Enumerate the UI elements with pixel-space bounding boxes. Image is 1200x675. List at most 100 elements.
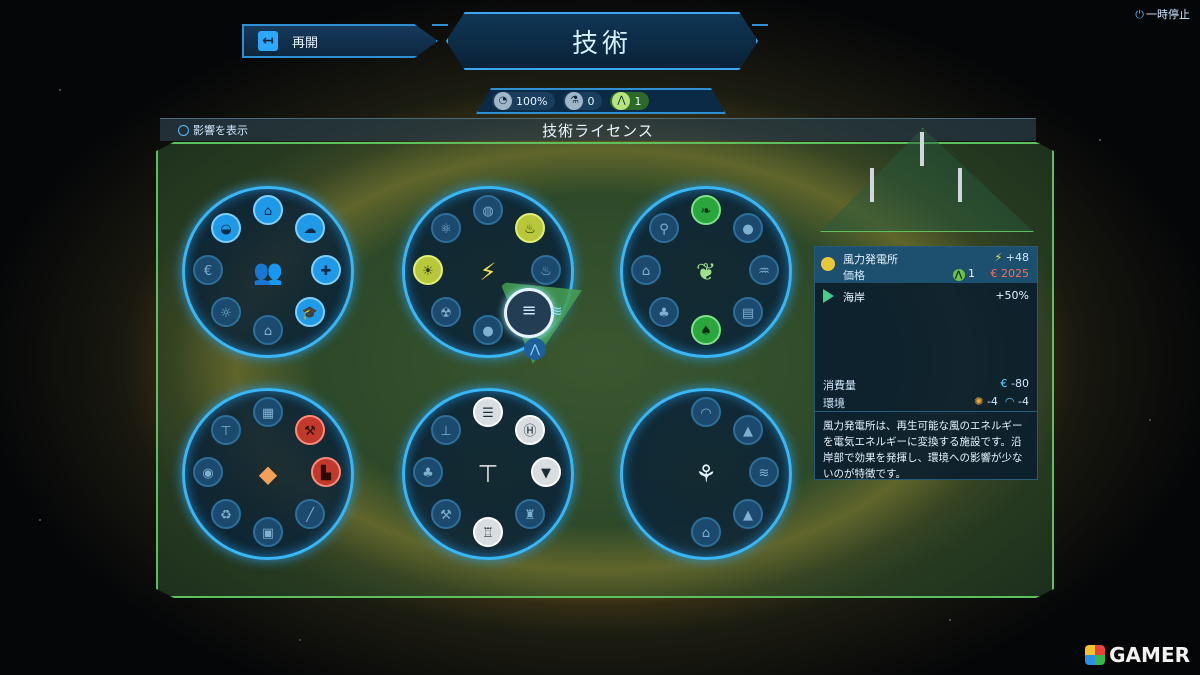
wind-icon[interactable]: ≋ [550, 302, 563, 320]
environment-label: 環境 [823, 397, 845, 410]
consumption-label: 消費量 [823, 379, 856, 392]
resource-license-value: 1 [634, 94, 642, 108]
resume-label: 再開 [292, 35, 319, 51]
page-title-box: 技術 [446, 12, 758, 70]
nuclear-icon[interactable]: ☢ [431, 297, 461, 327]
euro-building-icon[interactable]: € [193, 255, 223, 285]
helipad-icon[interactable]: Ⓗ [515, 415, 545, 445]
wind-turbine-selected-icon[interactable]: ≡ [504, 288, 554, 338]
drill-tower-icon[interactable]: ⊤ [211, 415, 241, 445]
recycle-icon[interactable]: ♻ [211, 499, 241, 529]
pollution-icon: ✺ [974, 395, 984, 408]
screw-icon: ⊤ [477, 460, 499, 488]
compass-icon: ⋀ [612, 92, 631, 110]
hospital-icon[interactable]: ✚ [311, 255, 341, 285]
flask-icon: ⚗ [565, 92, 584, 110]
water-drop-icon[interactable]: ● [473, 315, 503, 345]
globe-icon[interactable]: ◉ [193, 457, 223, 487]
fire-icon[interactable]: ♨ [531, 255, 561, 285]
bio-energy-icon[interactable]: ♨ [515, 213, 545, 243]
coast-bonus: 海岸 +50% [815, 283, 1037, 309]
pyramid-eye-icon[interactable]: ▲ [733, 415, 763, 445]
tech-wheel-agriculture[interactable]: ❦ ❧ ● ♒ ▤ ♠ ♣ ⌂ ⚲ [620, 186, 792, 358]
noise-icon: ◠ [1004, 395, 1015, 408]
environment-row: 環境 ✺ -4 ◠ -4 [815, 393, 1037, 411]
consumption-row: 消費量 € -80 [815, 375, 1037, 393]
turbine-model [870, 168, 874, 202]
wrench-icon[interactable]: ⚒ [431, 499, 461, 529]
tech-wheel-social[interactable]: 👥 ⌂ ☁ ✚ 🎓 ⌂ ☼ € ◒ [182, 186, 354, 358]
atom-icon[interactable]: ⚛ [431, 213, 461, 243]
page-title: 技術 [571, 28, 632, 59]
thermometer-icon[interactable]: ⊥ [431, 415, 461, 445]
bonus-value: +50% [995, 289, 1029, 302]
pause-button[interactable]: ⏻ 一時停止 [1135, 6, 1190, 22]
pipe-icon[interactable]: ╱ [295, 499, 325, 529]
tower-icon[interactable]: ♜ [515, 499, 545, 529]
bonus-label: 海岸 [843, 291, 865, 304]
compass-license-icon[interactable]: ⋀ [524, 338, 546, 360]
satellite-dish-icon[interactable]: ◠ [691, 397, 721, 427]
wheat-icon[interactable]: ❧ [691, 195, 721, 225]
stack-icon[interactable]: ☰ [473, 397, 503, 427]
turbine-model [920, 132, 924, 166]
anvil-icon[interactable]: ▼ [531, 457, 561, 487]
license-cost: ⋀ 1 [952, 267, 975, 281]
info-header: 風力発電所 価格 ⚡ +48 ⋀ 1 € 2025 [815, 247, 1037, 283]
building-name: 風力発電所 [843, 253, 898, 266]
euro-icon: € [990, 267, 998, 280]
energy-building-icon [821, 257, 835, 271]
tech-wheel-construction[interactable]: ⊤ ☰ Ⓗ ▼ ♜ ♖ ⚒ ♣ ⊥ [402, 388, 574, 560]
solar-icon[interactable]: ☀ [413, 255, 443, 285]
people-icon: 👥 [253, 258, 283, 286]
balloon-icon[interactable]: ◍ [473, 195, 503, 225]
pause-key-icon: ⏻ [1135, 8, 1144, 21]
dna-icon[interactable]: ≋ [749, 457, 779, 487]
pie-icon: ◔ [494, 92, 512, 110]
preview-island [820, 128, 1034, 232]
play-icon [823, 289, 834, 303]
price-label: 価格 [843, 269, 865, 282]
tech-wheel-advanced[interactable]: ⚘ ◠ ▲ ≋ ▲ ⌂ [620, 388, 792, 560]
potato-icon[interactable]: ● [733, 213, 763, 243]
turbine-model [958, 168, 962, 202]
resource-bar: ◔ 100% ⚗ 0 ⋀ 1 [476, 88, 726, 114]
plant-icon[interactable]: ♣ [649, 297, 679, 327]
tree-icon[interactable]: ♣ [413, 457, 443, 487]
resource-license: ⋀ 1 [610, 92, 650, 110]
school-icon[interactable]: 🎓 [295, 297, 325, 327]
bank-icon[interactable]: ⌂ [691, 517, 721, 547]
bricks-icon[interactable]: ▦ [253, 397, 283, 427]
basket-icon[interactable]: ▤ [733, 297, 763, 327]
pause-label: 一時停止 [1146, 8, 1190, 21]
shell-icon[interactable]: ♒ [749, 255, 779, 285]
resource-research: ⚗ 0 [563, 92, 603, 110]
money-cost: € 2025 [990, 267, 1030, 280]
factory-icon[interactable]: ▙ [311, 457, 341, 487]
house-icon[interactable]: ⌂ [253, 195, 283, 225]
resource-research-value: 0 [587, 94, 595, 108]
saw-icon[interactable]: ⚒ [295, 415, 325, 445]
building-info-panel: 風力発電所 価格 ⚡ +48 ⋀ 1 € 2025 海岸 +50% 消費量 € … [814, 246, 1038, 480]
alarm-icon[interactable]: ☼ [211, 297, 241, 327]
resource-happiness-value: 100% [516, 94, 548, 108]
greenhouse-icon[interactable]: ⌂ [631, 255, 661, 285]
circuit-icon: ⚘ [695, 460, 717, 488]
home-hand-icon[interactable]: ⌂ [253, 315, 283, 345]
title-wing-left [432, 24, 448, 26]
book-icon[interactable]: ▣ [253, 517, 283, 547]
crate-icon: ◆ [258, 460, 278, 488]
rocket-icon[interactable]: ▲ [733, 499, 763, 529]
ufo-icon[interactable]: ◒ [211, 213, 241, 243]
tech-wheel-industry[interactable]: ◆ ▦ ⚒ ▙ ╱ ▣ ♻ ◉ ⊤ [182, 388, 354, 560]
house-cloud-icon[interactable]: ☁ [295, 213, 325, 243]
selected-tech-popup[interactable]: ≡ ≋ ⋀ [500, 282, 582, 364]
environment-values: ✺ -4 ◠ -4 [974, 395, 1029, 408]
resume-button[interactable]: ↤ 再開 [242, 24, 438, 58]
gamer-logo-icon [1085, 645, 1106, 665]
castle-icon[interactable]: ♖ [473, 517, 503, 547]
bolt-icon: ⚡ [994, 251, 1003, 264]
faucet-icon[interactable]: ⚲ [649, 213, 679, 243]
consumption-value: € -80 [1000, 377, 1029, 390]
penguin-icon[interactable]: ♠ [691, 315, 721, 345]
